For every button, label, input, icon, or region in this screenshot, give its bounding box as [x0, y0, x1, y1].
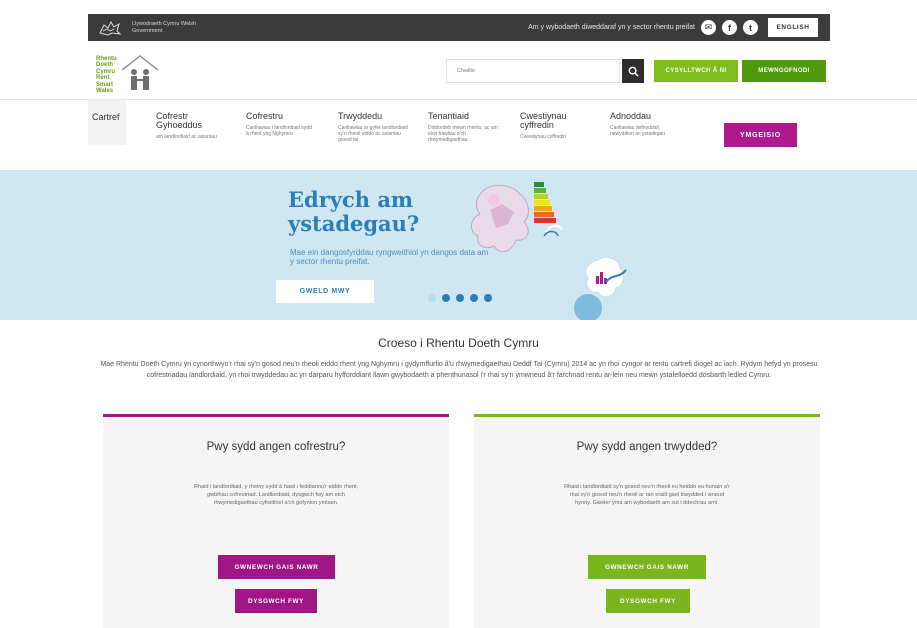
card-title: Pwy sydd angen trwydded?: [576, 441, 718, 453]
nav-item-title: Adnoddau: [610, 111, 652, 121]
government-bar: Llywodraeth Cymru Welsh Government Am y …: [88, 14, 830, 41]
card-title: Pwy sydd angen cofrestru?: [206, 441, 346, 453]
nav-item-title: Cwestiynau cyffredin: [520, 111, 567, 130]
welcome-text: Mae Rhentu Doeth Cymru yn cynorthwyo'r r…: [100, 361, 818, 379]
apply-button[interactable]: YMGEISIO: [724, 123, 797, 147]
hero-banner: Edrych am ystadegau? Mae ein dangosfyrdd…: [0, 170, 917, 320]
nav-item-public-register[interactable]: Cofrestr Gyhoeddus am landlordiaid ac as…: [156, 111, 226, 141]
site-header: Rhentu Doeth Cymru Rent Smart Wales CYSY…: [88, 41, 830, 99]
search-icon: [628, 66, 639, 77]
english-language-button[interactable]: ENGLISH: [768, 18, 818, 37]
nav-item-description: Cwestiynau cyffredin: [520, 134, 567, 140]
main-navigation: Cartref Cofrestr Gyhoeddus am landlordia…: [0, 99, 917, 170]
licence-apply-now-button[interactable]: GWNEWCH GAIS NAWR: [588, 555, 706, 579]
govbar-tagline: Am y wybodaeth diweddaraf yn y sector rh…: [528, 24, 695, 31]
nav-item-registration[interactable]: Cofrestru Canllawiau i landlordiaid sydd…: [246, 111, 316, 138]
nav-item-description: Diddordeb mewn rhentu, ac am eich hawlia…: [428, 125, 498, 143]
nav-item-home[interactable]: Cartref: [88, 100, 126, 145]
house-people-icon: [121, 55, 159, 90]
slide-dot[interactable]: [428, 294, 436, 302]
nav-item-description: Canllawiau ar gyfer landlordiaid sy'n rh…: [338, 125, 408, 143]
login-button[interactable]: MEWNGOFNODI: [742, 60, 826, 82]
dragon-icon: [99, 20, 122, 36]
twitter-icon[interactable]: t: [743, 20, 758, 35]
nav-item-title: Cofrestr Gyhoeddus: [156, 111, 203, 130]
nav-item-description: Canllawiau defnyddiol, newyddion ac ysta…: [610, 125, 666, 137]
nav-item-tenants[interactable]: Tenantiaid Diddordeb mewn rhentu, ac am …: [428, 111, 498, 144]
nav-item-licensing[interactable]: Trwyddedu Canllawiau ar gyfer landlordia…: [338, 111, 408, 144]
card-text: Rhaid i landlordiaid sy'n gosod neu'n rh…: [564, 484, 730, 507]
nav-item-title: Cofrestru: [246, 111, 284, 121]
card-text: Rhaid i landlordiaid, y rheiny sydd â ha…: [193, 484, 359, 507]
nav-item-resources[interactable]: Adnoddau Canllawiau defnyddiol, newyddio…: [610, 111, 680, 138]
licence-card: Pwy sydd angen trwydded? Rhaid i landlor…: [474, 414, 820, 628]
search-input[interactable]: [446, 59, 620, 83]
slide-dot-active[interactable]: [442, 294, 450, 302]
nav-item-faq[interactable]: Cwestiynau cyffredin Cwestiynau cyffredi…: [520, 111, 590, 141]
facebook-icon[interactable]: f: [722, 20, 737, 35]
government-name: Llywodraeth Cymru Welsh Government: [132, 20, 197, 34]
search-button[interactable]: [622, 59, 644, 83]
register-apply-now-button[interactable]: GWNEWCH GAIS NAWR: [218, 555, 335, 579]
welcome-heading: Croeso i Rhentu Doeth Cymru: [378, 336, 539, 350]
rent-smart-wales-logo[interactable]: Rhentu Doeth Cymru Rent Smart Wales: [92, 48, 162, 94]
register-card: Pwy sydd angen cofrestru? Rhaid i landlo…: [103, 414, 449, 628]
nav-inner: Cartref Cofrestr Gyhoeddus am landlordia…: [88, 100, 830, 170]
message-icon[interactable]: ✉: [701, 20, 716, 35]
licence-learn-more-button[interactable]: DYSGWCH FWY: [606, 589, 690, 613]
page: Llywodraeth Cymru Welsh Government Am y …: [0, 0, 917, 628]
slide-indicators: [428, 294, 492, 302]
contact-us-button[interactable]: CYSYLLTWCH Â NI: [654, 60, 738, 82]
slide-dot[interactable]: [470, 294, 478, 302]
welsh-government-logo[interactable]: Llywodraeth Cymru Welsh Government: [98, 19, 202, 37]
nav-item-title: Tenantiaid: [428, 111, 470, 121]
slide-dot[interactable]: [456, 294, 464, 302]
nav-item-description: Canllawiau i landlordiaid sydd â rhent y…: [246, 125, 312, 137]
slide-dot[interactable]: [484, 294, 492, 302]
nav-item-title: Trwyddedu: [338, 111, 383, 121]
see-more-button[interactable]: GWELD MWY: [276, 280, 374, 303]
register-learn-more-button[interactable]: DYSGWCH FWY: [235, 589, 317, 613]
nav-item-description: am landlordiaid ac asiantau: [156, 134, 217, 140]
